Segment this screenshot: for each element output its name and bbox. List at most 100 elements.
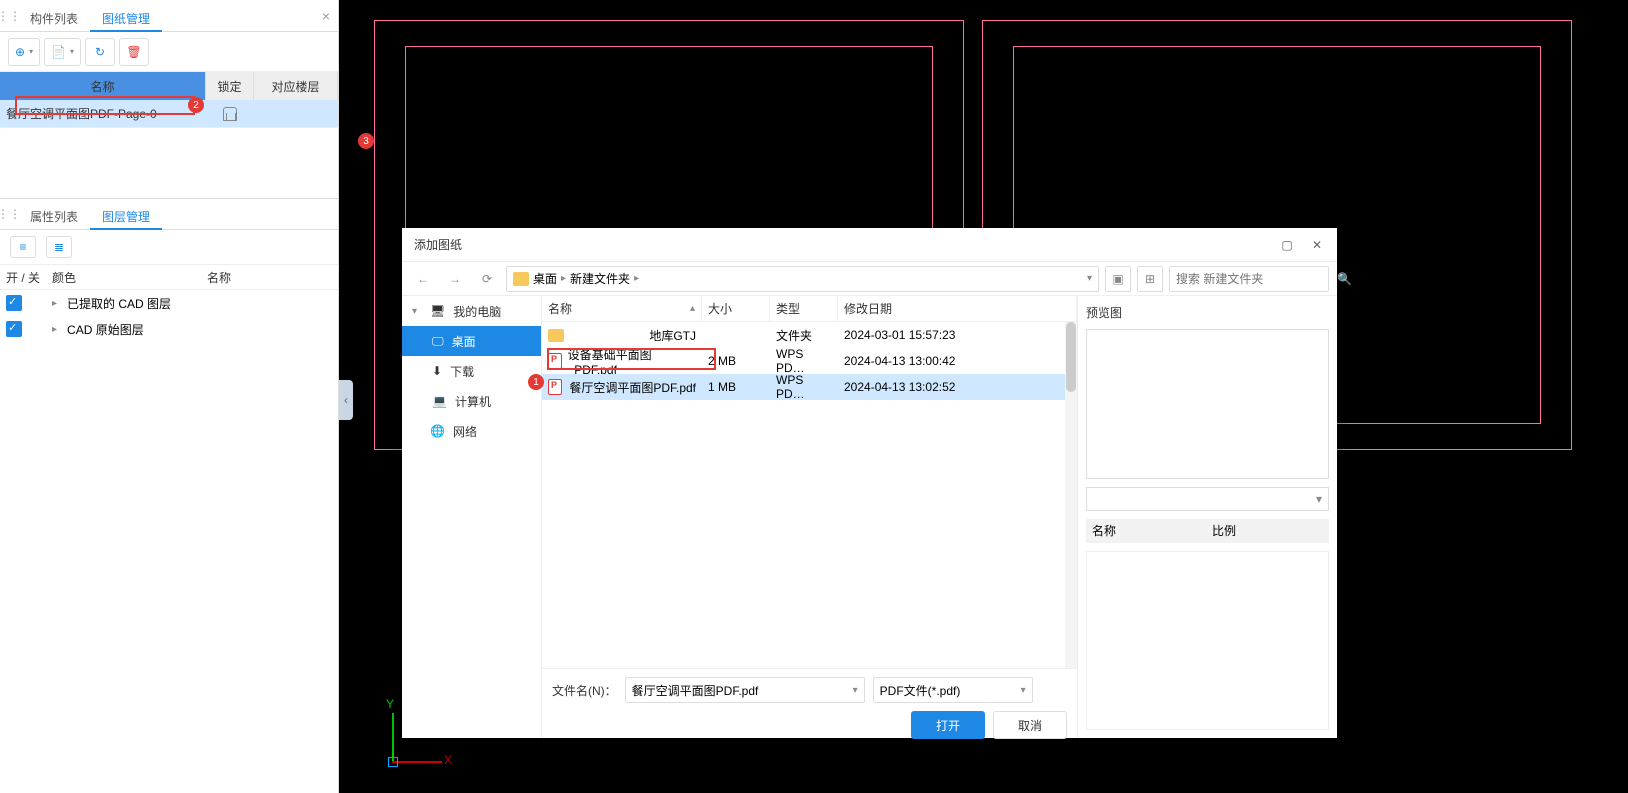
tree-network[interactable]: 🌐 网络: [402, 416, 541, 446]
tree-my-computer[interactable]: ▾ 🖥 我的电脑: [402, 296, 541, 326]
drag-handle-icon[interactable]: ⋮⋮: [0, 198, 18, 230]
filetype-combo[interactable]: PDF文件(*.pdf) ▾: [873, 677, 1033, 703]
left-panel: ⋮⋮ 构件列表 图纸管理 × ⊕ 📄 ↻ 🗑 名称 锁定 对应楼层 餐厅空调平面…: [0, 0, 339, 793]
chevron-down-icon[interactable]: ▾: [853, 685, 858, 696]
chevron-right-icon: ▸: [634, 273, 639, 284]
panel-expand-handle[interactable]: ‹: [339, 380, 353, 420]
x-axis-icon: [392, 761, 442, 763]
window-controls: ▢ ✕: [1273, 234, 1331, 256]
annotation-badge-2: 2: [188, 97, 204, 113]
close-panel-icon[interactable]: ×: [322, 8, 330, 24]
file-name: 地库GTJ: [649, 327, 696, 344]
col-date[interactable]: 修改日期: [838, 296, 1077, 321]
tree-label: 计算机: [455, 393, 491, 410]
nav-back-button[interactable]: ←: [410, 267, 436, 291]
layer-tool-2[interactable]: ≣: [46, 236, 72, 258]
annotation-badge-3: 3: [358, 133, 374, 149]
layer-toolbar: ≡ ≣: [0, 230, 338, 264]
file-row[interactable]: 设备基础平面图_PDF.pdf 2 MB WPS PD… 2024-04-13 …: [542, 348, 1077, 374]
col-size[interactable]: 大小: [702, 296, 770, 321]
breadcrumb-dropdown-icon[interactable]: ▾: [1087, 273, 1092, 284]
y-axis-label: Y: [386, 697, 394, 711]
checkbox-icon[interactable]: [6, 321, 22, 337]
drawing-row-lock[interactable]: [206, 100, 254, 127]
file-type: 文件夹: [770, 327, 838, 344]
tree-desktop[interactable]: 🖵 桌面: [402, 326, 541, 356]
close-button[interactable]: ✕: [1303, 234, 1331, 256]
delete-button[interactable]: 🗑: [119, 38, 149, 66]
expand-arrow-icon[interactable]: ▸: [52, 324, 57, 335]
checkbox-icon[interactable]: [6, 295, 22, 311]
preview-box: [1086, 329, 1329, 479]
new-folder-button[interactable]: ▣: [1105, 266, 1131, 292]
tree-label: 下载: [450, 363, 474, 380]
collapse-arrow-icon[interactable]: ▾: [412, 306, 422, 317]
tab-component-list[interactable]: 构件列表: [18, 6, 90, 32]
file-list: 名称▴ 大小 类型 修改日期 地库GTJ 文件夹 2024-03-01 15:5…: [542, 296, 1077, 738]
cancel-button[interactable]: 取消: [993, 711, 1067, 739]
ratio-header: 名称 比例: [1086, 519, 1329, 543]
file-name: 设备基础平面图_PDF.pdf: [568, 346, 696, 377]
file-date: 2024-04-13 13:02:52: [838, 380, 1077, 394]
export-button[interactable]: 📄: [44, 38, 81, 66]
nav-refresh-button[interactable]: ⟳: [474, 267, 500, 291]
drawing-toolbar: ⊕ 📄 ↻ 🗑: [0, 32, 338, 72]
file-date: 2024-04-13 13:00:42: [838, 354, 1077, 368]
layer-tool-1[interactable]: ≡: [10, 236, 36, 258]
tree-download[interactable]: ⬇ 下载: [402, 356, 541, 386]
add-drawing-button[interactable]: ⊕: [8, 38, 40, 66]
col-type[interactable]: 类型: [770, 296, 838, 321]
dialog-footer: 文件名(N)： 餐厅空调平面图PDF.pdf ▾ PDF文件(*.pdf) ▾ …: [542, 668, 1077, 738]
grid-header-name[interactable]: 名称: [0, 72, 206, 100]
layer-header-color[interactable]: 颜色: [52, 265, 100, 289]
drawing-row[interactable]: 餐厅空调平面图PDF-Page-0: [0, 100, 338, 128]
drawing-row-floor[interactable]: [254, 100, 338, 127]
ratio-header-ratio[interactable]: 比例: [1206, 519, 1329, 543]
breadcrumb-item[interactable]: 新建文件夹: [570, 270, 630, 287]
y-axis-icon: [392, 713, 394, 763]
refresh-button[interactable]: ↻: [85, 38, 115, 66]
open-button: 打开: [911, 711, 985, 739]
breadcrumb[interactable]: 桌面 ▸ 新建文件夹 ▸ ▾: [506, 266, 1099, 292]
expand-arrow-icon[interactable]: ▸: [52, 298, 57, 309]
search-box[interactable]: 🔍: [1169, 266, 1329, 292]
ratio-header-name[interactable]: 名称: [1086, 519, 1206, 543]
tree-computer[interactable]: 💻 计算机: [402, 386, 541, 416]
maximize-button[interactable]: ▢: [1273, 234, 1301, 256]
layer-row[interactable]: ▸ CAD 原始图层: [0, 316, 338, 342]
file-row[interactable]: 餐厅空调平面图PDF.pdf 1 MB WPS PD… 2024-04-13 1…: [542, 374, 1077, 400]
grid-header-lock[interactable]: 锁定: [206, 72, 254, 100]
tab-property-list[interactable]: 属性列表: [18, 204, 90, 230]
view-mode-button[interactable]: ⊞: [1137, 266, 1163, 292]
layer-header-onoff[interactable]: 开 / 关: [0, 265, 52, 289]
layer-row[interactable]: ▸ 已提取的 CAD 图层: [0, 290, 338, 316]
file-row[interactable]: 地库GTJ 文件夹 2024-03-01 15:57:23: [542, 322, 1077, 348]
breadcrumb-item[interactable]: 桌面: [533, 270, 557, 287]
search-input[interactable]: [1176, 272, 1331, 286]
drag-handle-icon[interactable]: ⋮⋮: [0, 0, 18, 32]
tree-label: 桌面: [452, 333, 476, 350]
nav-forward-button[interactable]: →: [442, 267, 468, 291]
dialog-body: ▾ 🖥 我的电脑 🖵 桌面 ⬇ 下载 💻 计算机 🌐 网络: [402, 296, 1337, 738]
drawing-row-name: 餐厅空调平面图PDF-Page-0: [0, 100, 206, 127]
filename-combo[interactable]: 餐厅空调平面图PDF.pdf ▾: [625, 677, 865, 703]
scroll-thumb[interactable]: [1066, 322, 1076, 392]
file-name: 餐厅空调平面图PDF.pdf: [569, 379, 696, 396]
file-date: 2024-03-01 15:57:23: [838, 328, 1077, 342]
left-tabs: ⋮⋮ 构件列表 图纸管理 ×: [0, 0, 338, 32]
col-name[interactable]: 名称▴: [542, 296, 702, 321]
file-size: 2 MB: [702, 354, 770, 368]
layer-header-name[interactable]: 名称: [100, 265, 338, 289]
filename-row: 文件名(N)： 餐厅空调平面图PDF.pdf ▾ PDF文件(*.pdf) ▾: [552, 677, 1067, 703]
grid-header-floor[interactable]: 对应楼层: [254, 72, 338, 100]
chevron-right-icon: ▸: [561, 273, 566, 284]
preview-filter-dropdown[interactable]: ▾: [1086, 487, 1329, 511]
dialog-title: 添加图纸: [402, 228, 1337, 262]
ratio-body: [1086, 551, 1329, 730]
tab-layer-manage[interactable]: 图层管理: [90, 204, 162, 230]
desktop-icon: 🖵: [432, 334, 444, 349]
chevron-down-icon[interactable]: ▾: [1021, 685, 1026, 696]
tab-drawing-manage[interactable]: 图纸管理: [90, 6, 162, 32]
search-icon[interactable]: 🔍: [1337, 272, 1352, 286]
lower-tabs: ⋮⋮ 属性列表 图层管理: [0, 198, 338, 230]
